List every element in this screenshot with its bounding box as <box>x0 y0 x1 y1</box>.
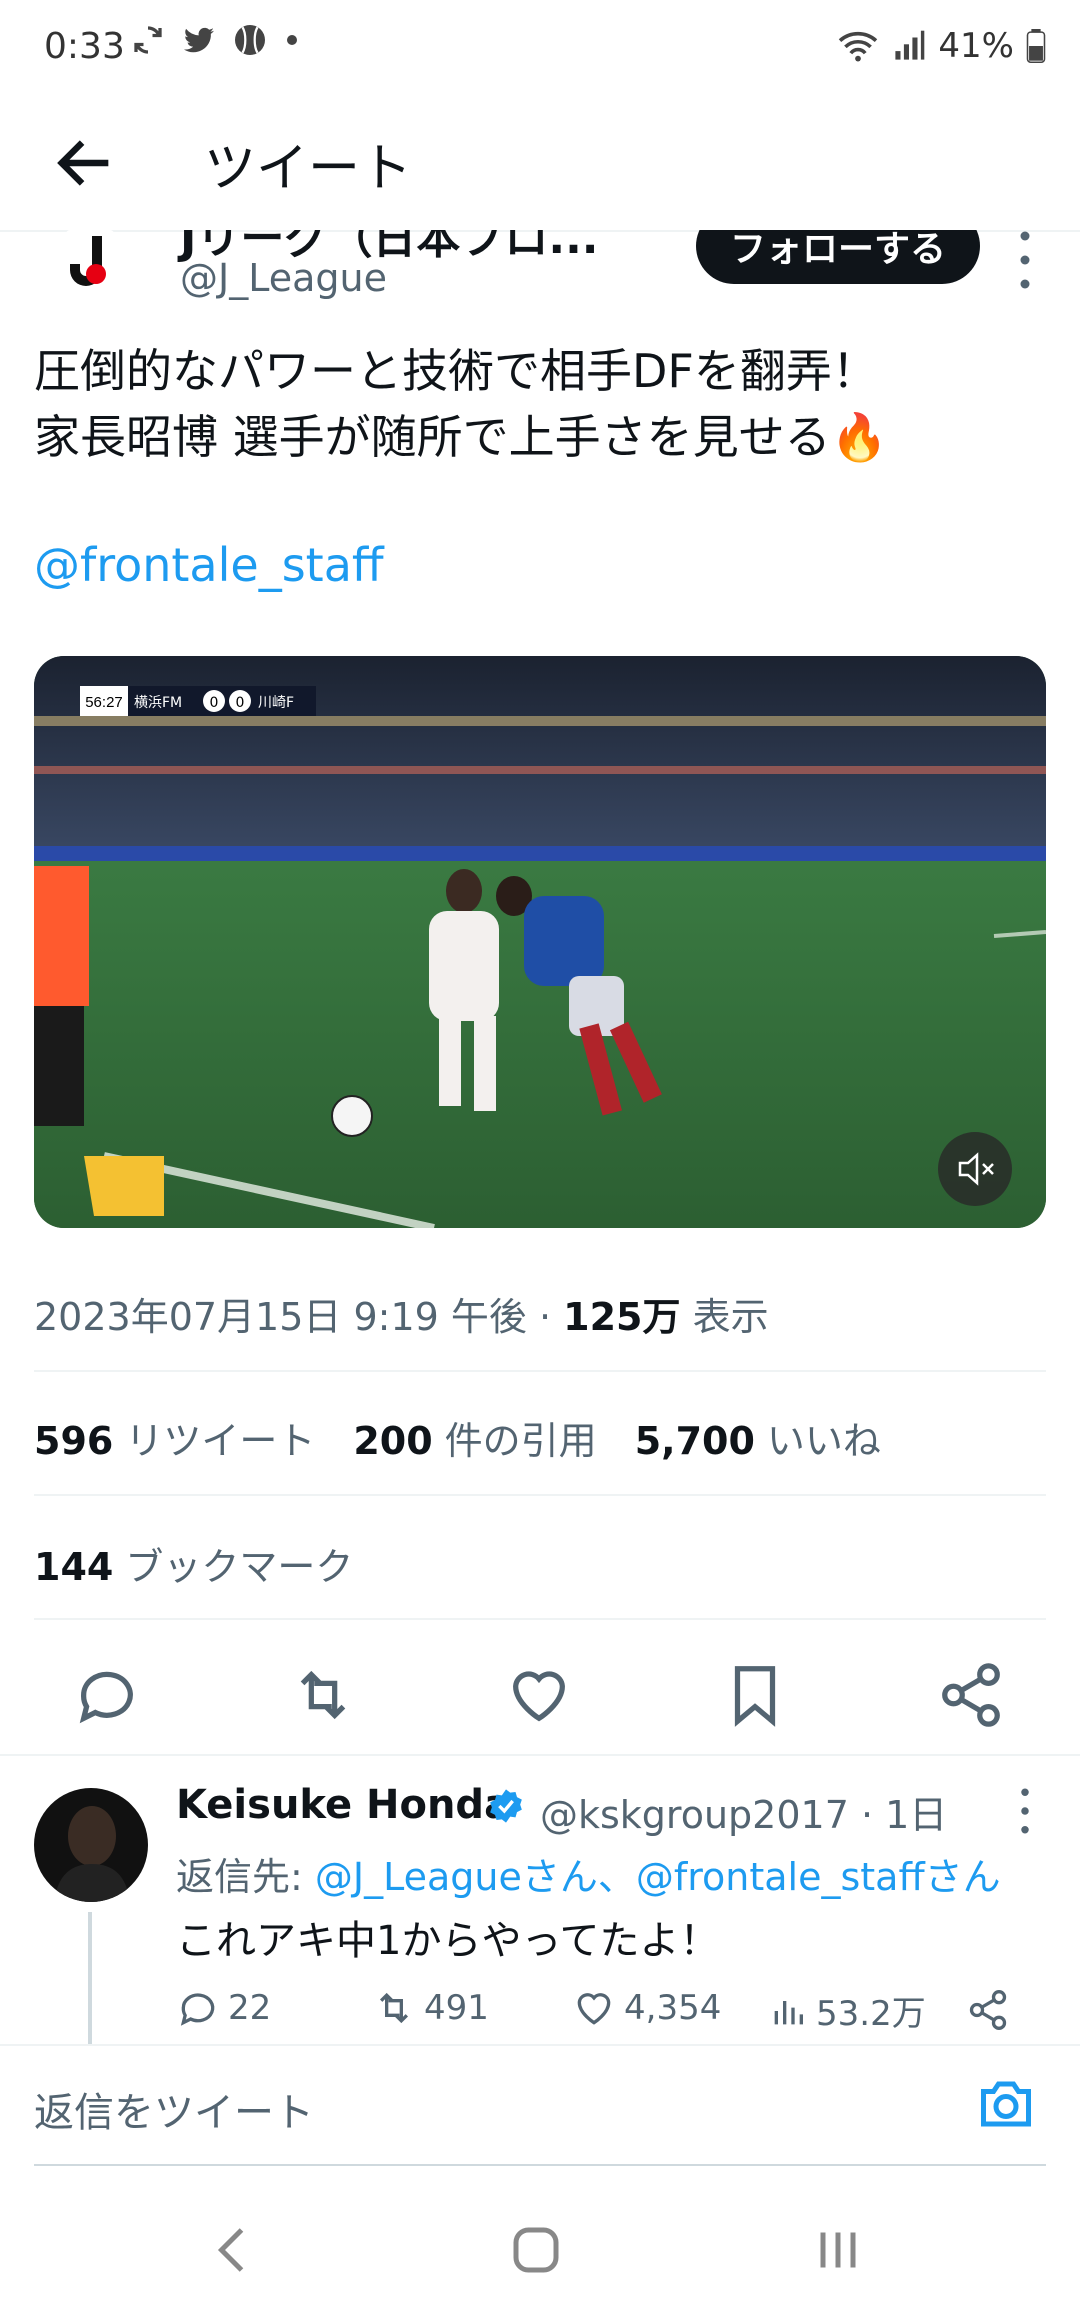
home-team: 横浜FM <box>134 695 182 711</box>
like-icon[interactable] <box>504 1660 574 1730</box>
video-frame: 56:27 横浜FM 0 0 川崎F <box>34 656 1046 1228</box>
more-options-icon[interactable] <box>1010 1786 1040 1836</box>
status-bar: 0:33 41% <box>0 0 1080 98</box>
back-arrow-icon[interactable] <box>50 128 120 198</box>
wifi-icon <box>839 31 878 62</box>
speaker-muted-icon <box>958 1152 994 1186</box>
retweet-icon <box>379 1992 409 2024</box>
share-icon[interactable] <box>936 1660 1006 1730</box>
reply-actions: 22 491 4,354 53.2万 <box>176 1986 1026 2046</box>
reply-tweet[interactable]: Keisuke Honda @kskgroup2017 · 1日 返信先: @J… <box>0 1754 1080 2052</box>
tweet-timestamp: 2023年07月15日 9:19 午後 · 125万 表示 <box>34 1286 769 1341</box>
quote-label: 件の引用 <box>444 1419 597 1463</box>
view-label: 表示 <box>680 1295 769 1339</box>
baseball-icon <box>235 25 265 55</box>
reply-author-name[interactable]: Keisuke Honda <box>176 1782 511 1828</box>
divider <box>34 1370 1046 1372</box>
battery-percent: 41% <box>938 26 1014 66</box>
home-score: 0 <box>210 695 219 711</box>
j-league-logo[interactable] <box>58 230 122 300</box>
timestamp-text: 2023年07月15日 9:19 午後 · <box>34 1295 564 1339</box>
like-label: いいね <box>766 1419 881 1463</box>
app-bar: ツイート <box>0 98 1080 232</box>
notification-icons <box>130 22 302 58</box>
like-count: 5,700 <box>634 1419 755 1463</box>
reply-text: これアキ中1からやってたよ！ <box>176 1918 720 1964</box>
bookmark-label: ブックマーク <box>125 1545 354 1589</box>
reply-retweet-count: 491 <box>424 1988 489 2028</box>
like-stat[interactable]: 5,700 いいね <box>635 1410 881 1465</box>
status-right: 41% <box>836 26 1046 66</box>
quote-count: 200 <box>353 1419 433 1463</box>
avatar[interactable] <box>34 1788 148 1902</box>
bookmark-count: 144 <box>34 1545 114 1589</box>
mute-button[interactable] <box>938 1132 1012 1206</box>
reply-icon[interactable] <box>72 1660 142 1730</box>
reply-reply-count: 22 <box>228 1988 272 2028</box>
reply-views-action[interactable]: 53.2万 <box>768 1986 926 2035</box>
retweet-stat[interactable]: 596 リツイート <box>34 1410 315 1465</box>
reply-composer: 返信をツイート <box>0 2044 1080 2166</box>
verified-badge-icon <box>490 1789 522 1823</box>
away-team: 川崎F <box>258 695 294 711</box>
avatar-image <box>54 1806 130 1902</box>
views-icon <box>774 2000 803 2024</box>
scoreboard: 56:27 横浜FM 0 0 川崎F <box>80 686 316 716</box>
mention-link[interactable]: @frontale_staff <box>34 538 384 592</box>
dot-icon <box>287 35 297 45</box>
nav-home-icon[interactable] <box>506 2220 566 2280</box>
reply-to-links[interactable]: @J_Leagueさん、@frontale_staffさん <box>315 1855 1001 1899</box>
reply-to-prefix: 返信先: <box>176 1855 315 1899</box>
divider <box>34 1618 1046 1620</box>
twitter-icon <box>184 27 214 53</box>
signal-icon <box>895 30 925 60</box>
reply-like-action[interactable]: 4,354 <box>572 1986 721 2030</box>
away-score: 0 <box>236 695 245 711</box>
divider <box>34 1494 1046 1496</box>
battery-icon <box>1026 29 1046 63</box>
reply-retweet-action[interactable]: 491 <box>372 1986 489 2030</box>
view-count[interactable]: 125万 <box>563 1295 680 1339</box>
bookmark-stat[interactable]: 144 ブックマーク <box>34 1536 353 1591</box>
sync-icon <box>134 26 162 54</box>
more-options-icon[interactable] <box>1010 230 1040 290</box>
retweet-label: リツイート <box>125 1419 316 1463</box>
reply-icon <box>180 1993 215 2026</box>
share-icon[interactable] <box>966 1988 1010 2032</box>
thread-line <box>88 1912 92 2052</box>
reply-reply-action[interactable]: 22 <box>176 1986 271 2030</box>
status-time: 0:33 <box>44 26 125 67</box>
tweet-video[interactable]: 56:27 横浜FM 0 0 川崎F <box>34 656 1046 1228</box>
reply-to-line: 返信先: @J_Leagueさん、@frontale_staffさん <box>176 1846 1001 1901</box>
tweet-text: 圧倒的なパワーと技術で相手DFを翻弄！ 家長昭博 選手が随所で上手さを見せる🔥 <box>34 344 888 464</box>
engagement-stats: 596 リツイート 200 件の引用 5,700 いいね <box>34 1410 881 1465</box>
retweet-icon[interactable] <box>288 1660 358 1730</box>
system-nav-bar <box>0 2190 1080 2316</box>
follow-button[interactable]: フォローする <box>696 230 980 284</box>
reply-like-count: 4,354 <box>624 1988 722 2028</box>
page-title: ツイート <box>204 139 413 199</box>
quote-stat[interactable]: 200 件の引用 <box>353 1410 596 1465</box>
like-icon <box>577 1993 611 2025</box>
retweet-count: 596 <box>34 1419 114 1463</box>
nav-recents-icon[interactable] <box>808 2220 868 2280</box>
nav-back-icon[interactable] <box>204 2220 264 2280</box>
reply-handle-time: @kskgroup2017 · 1日 <box>540 1793 948 1837</box>
composer-underline <box>34 2164 1046 2166</box>
reply-view-count: 53.2万 <box>816 1994 926 2034</box>
author-handle[interactable]: @J_League <box>180 256 387 300</box>
tweet-author: Jリーグ（日本プロ... @J_League フォローする <box>0 230 1080 330</box>
camera-icon[interactable] <box>976 2074 1036 2134</box>
bookmark-icon[interactable] <box>720 1660 790 1730</box>
reply-input[interactable]: 返信をツイート <box>34 2080 314 2138</box>
tweet-actions <box>0 1660 1080 1750</box>
match-clock: 56:27 <box>85 694 123 711</box>
